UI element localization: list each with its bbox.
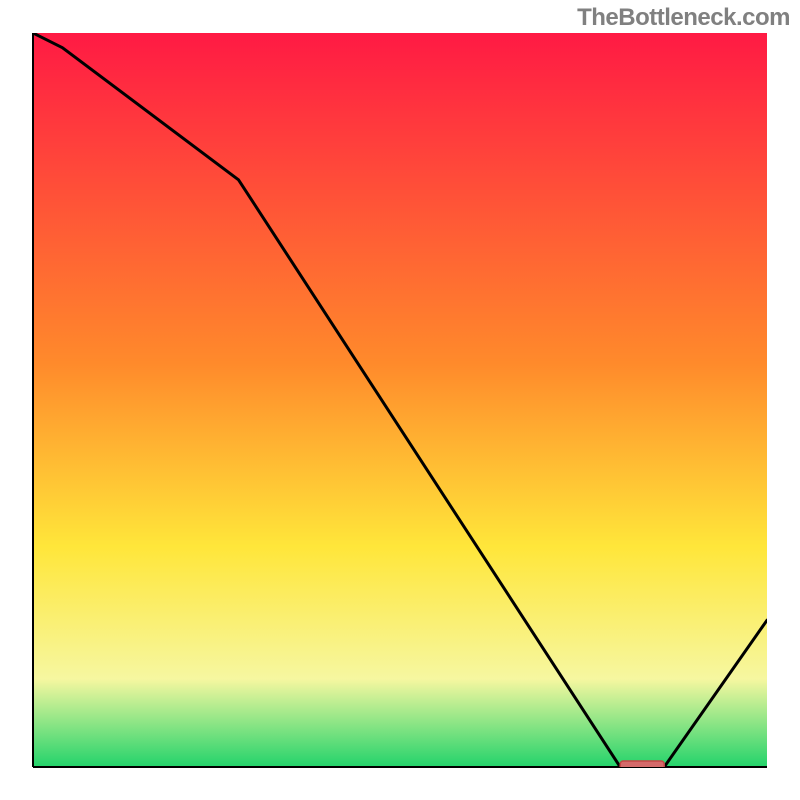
watermark-text: TheBottleneck.com — [577, 4, 790, 32]
minimum-marker — [620, 761, 664, 770]
plot-background — [33, 33, 767, 767]
chart-container: TheBottleneck.com — [0, 0, 800, 800]
chart-svg — [0, 0, 800, 800]
